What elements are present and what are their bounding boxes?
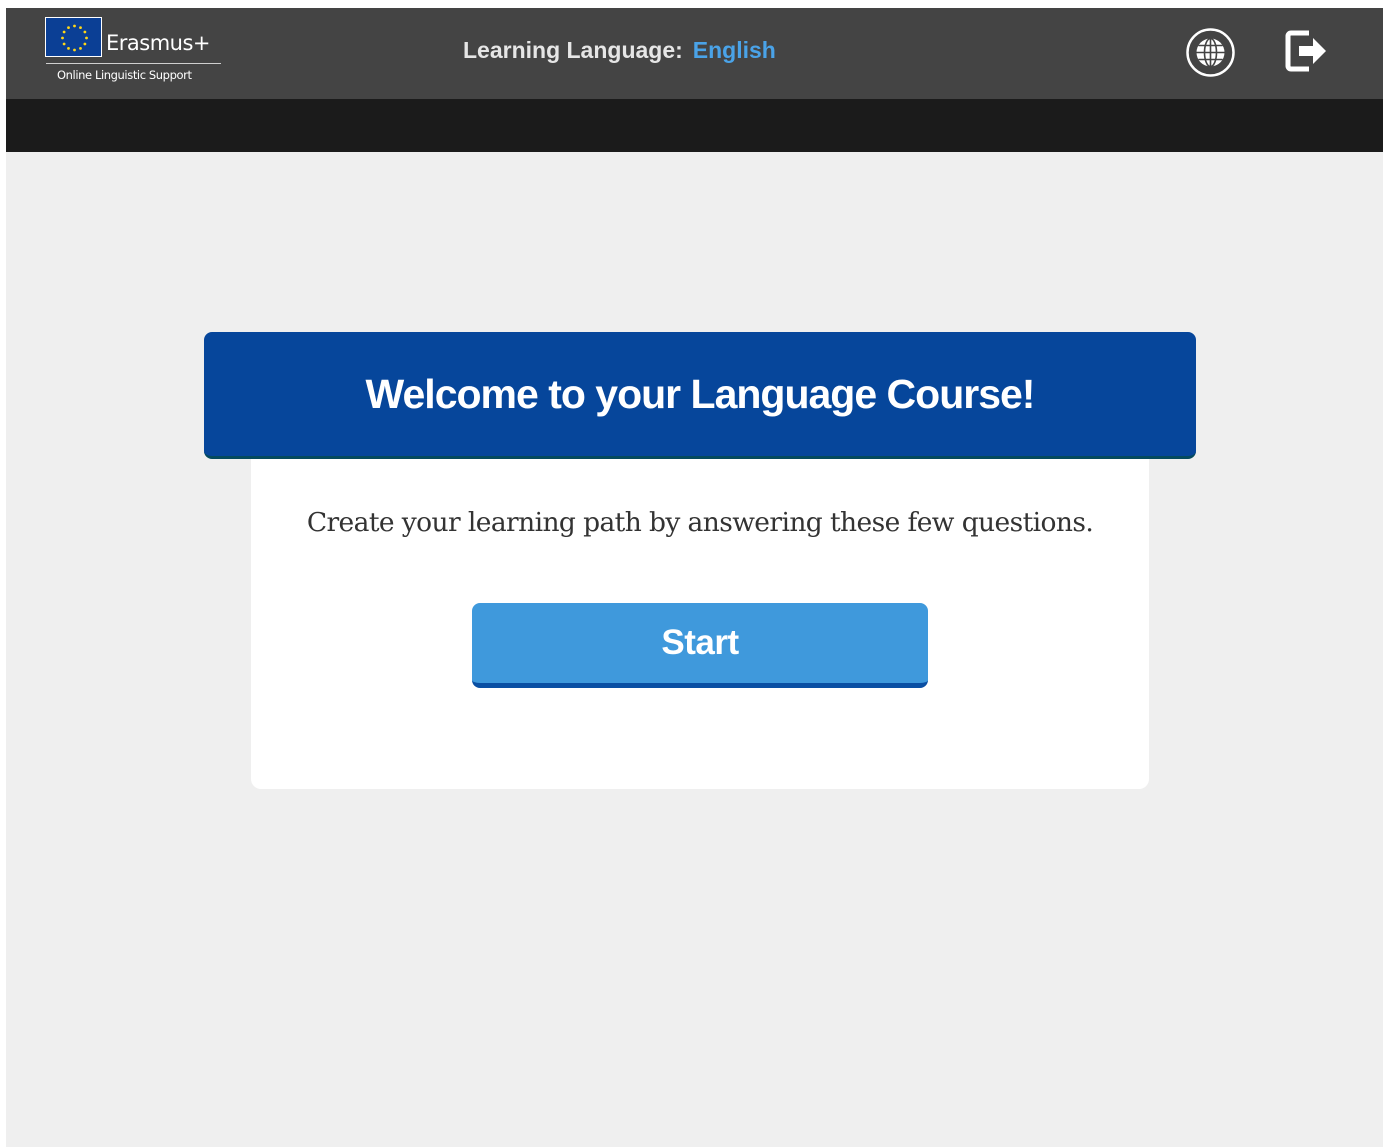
logo-wordmark: Erasmus+: [106, 31, 211, 55]
globe-icon: [1186, 28, 1235, 77]
logout-button[interactable]: [1283, 27, 1331, 75]
intro-text: Create your learning path by answering t…: [306, 507, 1094, 538]
erasmus-logo[interactable]: Erasmus+ Online Linguistic Support: [45, 17, 225, 85]
language-switch-button[interactable]: [1185, 27, 1236, 78]
eu-flag-icon: [45, 17, 102, 57]
welcome-banner: Welcome to your Language Course!: [204, 332, 1196, 459]
app-frame: Erasmus+ Online Linguistic Support Learn…: [6, 8, 1383, 1147]
welcome-card: [251, 402, 1149, 789]
top-navigation-bar: Erasmus+ Online Linguistic Support Learn…: [6, 8, 1383, 99]
logout-icon: [1285, 30, 1326, 72]
learning-language-indicator: Learning Language: English: [463, 37, 776, 64]
logo-subtitle: Online Linguistic Support: [57, 68, 192, 82]
learning-language-value[interactable]: English: [693, 37, 776, 63]
learning-language-label: Learning Language:: [463, 37, 683, 63]
secondary-navigation-bar: [6, 99, 1383, 152]
logo-divider: [46, 63, 221, 64]
start-button[interactable]: Start: [472, 603, 928, 688]
welcome-title: Welcome to your Language Course!: [365, 370, 1036, 417]
start-button-label: Start: [661, 623, 739, 662]
